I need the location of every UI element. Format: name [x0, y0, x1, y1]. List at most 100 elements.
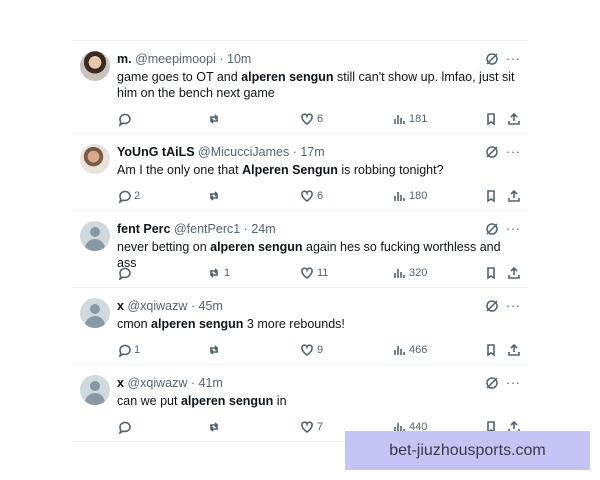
bookmark-button[interactable] [484, 111, 498, 127]
views-button[interactable]: 320 [392, 265, 427, 281]
separator-dot: · [292, 145, 297, 159]
retweet-button[interactable]: 1 [207, 265, 230, 281]
views-button[interactable]: 181 [392, 111, 427, 127]
share-button[interactable] [507, 188, 521, 204]
like-button[interactable]: 11 [300, 265, 328, 281]
timestamp[interactable]: 41m [199, 376, 223, 390]
author-name[interactable]: x [117, 376, 124, 390]
retweet-icon [209, 422, 219, 432]
text-part: can we put [117, 394, 181, 408]
grok-icon[interactable] [485, 52, 499, 66]
tweet-actions: 6 181 [117, 111, 527, 127]
like-button[interactable]: 7 [300, 419, 323, 435]
tweet-header: fent Perc @fentPerc1 · 24m [117, 222, 276, 237]
share-button[interactable] [507, 111, 521, 127]
reply-button[interactable]: 2 [117, 188, 140, 204]
avatar[interactable] [80, 51, 110, 81]
tweet[interactable]: fent Perc @fentPerc1 · 24m ··· never bet… [72, 211, 528, 288]
views-count: 466 [409, 344, 428, 356]
avatar[interactable] [80, 298, 110, 328]
avatar[interactable] [80, 375, 110, 405]
search-highlight: alperen sengun [151, 317, 244, 331]
bookmark-icon [487, 190, 495, 203]
more-icon[interactable]: ··· [506, 298, 521, 313]
more-icon[interactable]: ··· [506, 144, 521, 159]
bookmark-icon [487, 267, 495, 280]
like-button[interactable]: 6 [300, 188, 323, 204]
like-icon [301, 190, 313, 202]
likes-count: 7 [317, 421, 324, 433]
reply-icon [118, 190, 131, 203]
timestamp[interactable]: 17m [300, 145, 324, 159]
separator-dot: · [219, 52, 224, 66]
reply-icon [118, 267, 131, 280]
text-part: 3 more rebounds! [243, 317, 345, 331]
likes-count: 6 [317, 113, 324, 125]
tweet-actions: 1 11 320 [117, 265, 527, 281]
reply-button[interactable]: 1 [117, 342, 140, 358]
author-handle[interactable]: @fentPerc1 [174, 222, 240, 236]
tweet-feed: m. @meepimoopi · 10m ··· game goes to OT… [72, 40, 528, 442]
author-name[interactable]: YoUnG tAiLS [117, 145, 195, 159]
separator-dot: · [243, 222, 248, 236]
likes-count: 11 [317, 267, 329, 279]
tweet-text: can we put alperen sengun in [117, 393, 522, 409]
tweet-header: m. @meepimoopi · 10m [117, 52, 251, 67]
replies-count: 2 [134, 190, 141, 202]
like-button[interactable]: 9 [300, 342, 323, 358]
bookmark-button[interactable] [484, 188, 498, 204]
grok-icon[interactable] [485, 145, 499, 159]
retweet-button[interactable] [207, 111, 224, 127]
author-name[interactable]: fent Perc [117, 222, 171, 236]
views-icon [394, 115, 405, 124]
retweet-icon [209, 268, 219, 278]
tweet-header: x @xqiwazw · 41m [117, 376, 223, 391]
retweets-count: 1 [224, 267, 231, 279]
reply-button[interactable] [117, 265, 134, 281]
tweet[interactable]: m. @meepimoopi · 10m ··· game goes to OT… [72, 41, 528, 134]
reply-icon [118, 344, 131, 357]
text-part: in [273, 394, 287, 408]
author-name[interactable]: m. [117, 52, 132, 66]
author-handle[interactable]: @MicucciJames [198, 145, 289, 159]
reply-button[interactable] [117, 111, 134, 127]
share-button[interactable] [507, 265, 521, 281]
like-button[interactable]: 6 [300, 111, 323, 127]
text-part: never betting on [117, 240, 211, 254]
timestamp[interactable]: 45m [199, 299, 223, 313]
retweet-button[interactable] [207, 188, 224, 204]
more-icon[interactable]: ··· [506, 221, 521, 236]
more-icon[interactable]: ··· [506, 375, 521, 390]
views-icon [394, 346, 405, 355]
views-button[interactable]: 180 [392, 188, 427, 204]
watermark-banner: bet-jiuzhousports.com [345, 431, 590, 470]
grok-icon[interactable] [485, 376, 499, 390]
tweet-actions: 2 6 180 [117, 188, 527, 204]
tweet[interactable]: x @xqiwazw · 45m ··· cmon alperen sengun… [72, 288, 528, 365]
avatar[interactable] [80, 221, 110, 251]
reply-button[interactable] [117, 419, 134, 435]
retweet-button[interactable] [207, 419, 224, 435]
views-count: 180 [409, 190, 428, 202]
timestamp[interactable]: 24m [251, 222, 275, 236]
text-part: is robbing tonight? [337, 163, 444, 177]
share-icon [508, 343, 520, 356]
separator-dot: · [190, 299, 196, 313]
grok-icon[interactable] [485, 222, 499, 236]
author-handle[interactable]: @xqiwazw [127, 376, 187, 390]
avatar[interactable] [80, 144, 110, 174]
timestamp[interactable]: 10m [227, 52, 251, 66]
share-button[interactable] [507, 342, 521, 358]
author-handle[interactable]: @meepimoopi [135, 52, 216, 66]
author-name[interactable]: x [117, 299, 124, 313]
tweet[interactable]: YoUnG tAiLS @MicucciJames · 17m ··· Am I… [72, 134, 528, 211]
grok-icon[interactable] [485, 299, 499, 313]
search-highlight: alperen sengun [241, 70, 334, 84]
author-handle[interactable]: @xqiwazw [127, 299, 187, 313]
bookmark-button[interactable] [484, 342, 498, 358]
views-icon [394, 192, 405, 201]
bookmark-button[interactable] [484, 265, 498, 281]
more-icon[interactable]: ··· [506, 51, 521, 66]
retweet-button[interactable] [207, 342, 224, 358]
views-button[interactable]: 466 [392, 342, 427, 358]
